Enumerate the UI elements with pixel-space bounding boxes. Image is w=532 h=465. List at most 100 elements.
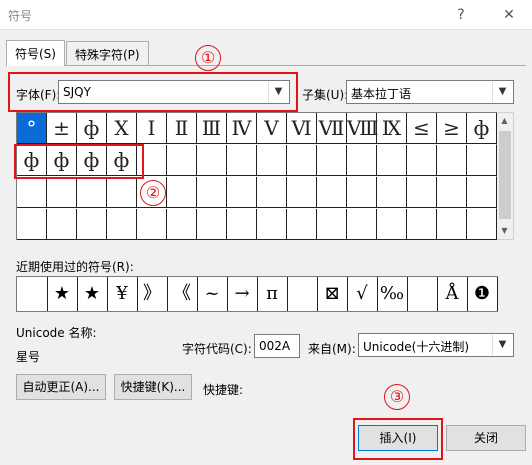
- recent-symbol-cell[interactable]: 《: [167, 277, 198, 311]
- recent-symbol-cell[interactable]: [287, 277, 318, 311]
- symbol-cell[interactable]: Ⅶ: [317, 113, 347, 144]
- tab-special-characters[interactable]: 特殊字符(P): [66, 41, 149, 65]
- symbol-cell[interactable]: [317, 209, 347, 240]
- chevron-down-icon: ▼: [492, 82, 512, 102]
- scroll-thumb[interactable]: [499, 131, 511, 219]
- symbol-cell[interactable]: [287, 145, 317, 176]
- symbol-cell[interactable]: [407, 209, 437, 240]
- help-button[interactable]: ?: [450, 4, 472, 26]
- symbol-cell[interactable]: Ⅲ: [197, 113, 227, 144]
- chevron-down-icon: ▼: [492, 335, 512, 355]
- recent-symbol-cell[interactable]: ~: [197, 277, 228, 311]
- symbol-cell[interactable]: [107, 209, 137, 240]
- symbol-cell[interactable]: [317, 177, 347, 208]
- symbol-cell[interactable]: [347, 209, 377, 240]
- symbol-cell[interactable]: [317, 145, 347, 176]
- symbol-cell[interactable]: [167, 145, 197, 176]
- annotation-box-symbols: [14, 144, 144, 179]
- tab-symbols[interactable]: 符号(S): [6, 40, 65, 66]
- recent-symbol-cell[interactable]: ‰: [377, 277, 408, 311]
- subset-select[interactable]: 基本拉丁语 ▼: [346, 80, 514, 104]
- recent-symbol-cell[interactable]: →: [227, 277, 258, 311]
- symbol-cell[interactable]: [377, 209, 407, 240]
- grid-scrollbar[interactable]: ▲ ▼: [497, 112, 514, 240]
- symbol-cell[interactable]: [377, 145, 407, 176]
- shortcut-key-button[interactable]: 快捷键(K)...: [114, 374, 192, 400]
- symbol-cell[interactable]: [467, 145, 497, 176]
- symbol-cell[interactable]: [197, 209, 227, 240]
- symbol-cell[interactable]: [407, 177, 437, 208]
- symbol-cell[interactable]: [287, 177, 317, 208]
- symbol-cell[interactable]: [437, 209, 467, 240]
- symbol-cell[interactable]: [437, 177, 467, 208]
- scroll-up-icon[interactable]: ▲: [497, 113, 512, 129]
- symbol-cell[interactable]: [347, 145, 377, 176]
- symbol-cell[interactable]: Ⅷ: [347, 113, 379, 144]
- symbol-cell[interactable]: [407, 145, 437, 176]
- symbol-cell[interactable]: Ⅱ: [167, 113, 197, 144]
- char-code-label: 字符代码(C):: [182, 342, 252, 356]
- close-button[interactable]: 关闭: [446, 425, 526, 451]
- symbol-cell[interactable]: [227, 177, 257, 208]
- recent-symbol-cell[interactable]: [407, 277, 438, 311]
- symbol-cell[interactable]: [257, 209, 287, 240]
- symbol-cell[interactable]: [227, 209, 257, 240]
- symbol-cell[interactable]: [227, 145, 257, 176]
- symbol-cell[interactable]: ≥: [437, 113, 467, 144]
- symbol-cell[interactable]: [257, 177, 287, 208]
- symbol-cell[interactable]: [197, 145, 227, 176]
- symbol-cell[interactable]: ±: [47, 113, 77, 144]
- recent-symbol-cell[interactable]: π: [257, 277, 288, 311]
- symbol-cell[interactable]: ф: [467, 113, 497, 144]
- recent-symbols[interactable]: ★ ★ ¥ 》《 ~ → π ⊠ √ ‰ Å ❶: [16, 276, 498, 312]
- from-select[interactable]: Unicode(十六进制) ▼: [358, 333, 514, 357]
- char-code-input[interactable]: 002A: [254, 334, 300, 358]
- symbol-cell[interactable]: [257, 145, 287, 176]
- symbol-cell[interactable]: [377, 177, 407, 208]
- symbol-cell[interactable]: [467, 177, 497, 208]
- symbol-cell[interactable]: Ⅹ: [107, 113, 137, 144]
- symbol-cell[interactable]: [47, 177, 77, 208]
- shortcut-label: 快捷键:: [203, 383, 244, 397]
- recent-symbol-cell[interactable]: √: [347, 277, 378, 311]
- recent-symbol-cell[interactable]: 》: [137, 277, 168, 311]
- symbol-cell[interactable]: [467, 209, 497, 240]
- window-title: 符号: [8, 9, 33, 23]
- recent-symbol-cell[interactable]: ★: [77, 277, 108, 311]
- recent-symbol-cell[interactable]: Å: [437, 277, 468, 311]
- close-window-button[interactable]: ✕: [498, 4, 520, 26]
- symbol-cell[interactable]: [287, 209, 317, 240]
- symbol-cell[interactable]: [17, 209, 47, 240]
- recent-symbol-cell[interactable]: ¥: [107, 277, 138, 311]
- autocorrect-button[interactable]: 自动更正(A)...: [16, 374, 106, 400]
- subset-value: 基本拉丁语: [351, 87, 412, 101]
- symbol-cell[interactable]: [107, 177, 137, 208]
- symbol-cell[interactable]: [47, 209, 77, 240]
- symbol-cell[interactable]: Ⅰ: [137, 113, 167, 144]
- symbol-cell[interactable]: [437, 145, 467, 176]
- scroll-down-icon[interactable]: ▼: [497, 223, 512, 239]
- symbol-cell[interactable]: ≤: [407, 113, 437, 144]
- recent-symbol-cell[interactable]: [17, 277, 48, 311]
- recent-symbol-cell[interactable]: ★: [47, 277, 78, 311]
- marker-2: ②: [140, 180, 166, 206]
- symbol-cell[interactable]: [347, 177, 377, 208]
- symbol-cell[interactable]: Ⅳ: [227, 113, 257, 144]
- symbol-cell[interactable]: [17, 177, 47, 208]
- symbol-cell[interactable]: [167, 209, 197, 240]
- recent-symbol-cell[interactable]: ⊠: [317, 277, 348, 311]
- symbol-cell[interactable]: °: [17, 113, 47, 144]
- symbol-cell[interactable]: Ⅴ: [257, 113, 287, 144]
- symbol-cell[interactable]: ф: [77, 113, 107, 144]
- symbol-cell[interactable]: Ⅵ: [287, 113, 317, 144]
- symbol-cell[interactable]: [77, 177, 107, 208]
- symbol-cell[interactable]: [197, 177, 227, 208]
- symbol-cell[interactable]: [137, 209, 167, 240]
- marker-3: ③: [384, 384, 410, 410]
- symbol-cell[interactable]: Ⅸ: [377, 113, 407, 144]
- annotation-box-font: [8, 72, 298, 112]
- symbol-cell[interactable]: [167, 177, 197, 208]
- symbol-cell[interactable]: [77, 209, 107, 240]
- unicode-name-label: Unicode 名称:: [16, 326, 97, 340]
- recent-symbol-cell[interactable]: ❶: [467, 277, 498, 311]
